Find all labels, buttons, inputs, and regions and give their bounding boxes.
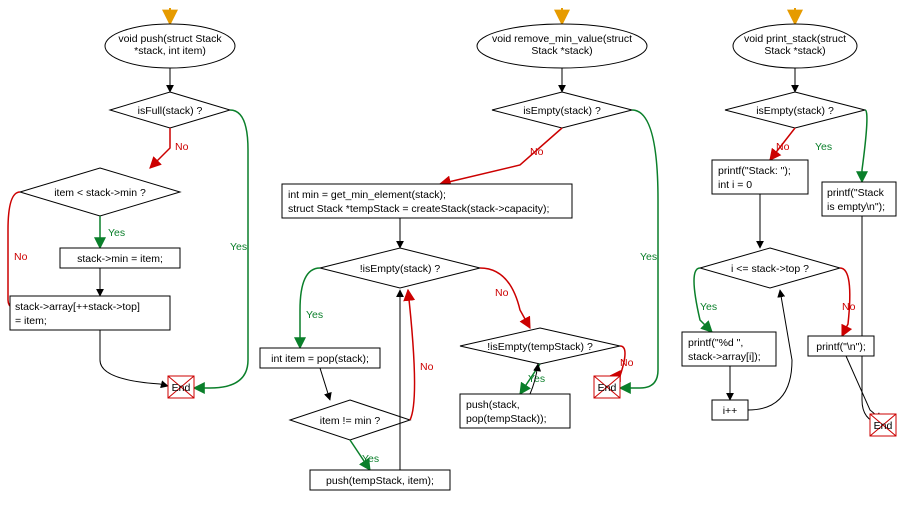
svg-text:Yes: Yes <box>700 301 717 313</box>
svg-text:printf("\n");: printf("\n"); <box>816 341 865 353</box>
svg-text:No: No <box>620 357 634 369</box>
svg-text:printf("%d ",: printf("%d ", <box>688 337 743 349</box>
assign-array-1: stack->array[++stack->top] <box>15 301 140 313</box>
svg-text:!isEmpty(stack) ?: !isEmpty(stack) ? <box>360 263 441 275</box>
svg-text:No: No <box>495 287 509 299</box>
svg-text:struct Stack *tempStack = crea: struct Stack *tempStack = createStack(st… <box>288 203 549 215</box>
svg-text:Yes: Yes <box>306 309 323 321</box>
svg-text:pop(tempStack));: pop(tempStack)); <box>466 413 547 425</box>
assign-min-text: stack->min = item; <box>77 253 163 265</box>
svg-text:No: No <box>420 361 434 373</box>
yes-2: Yes <box>108 227 125 239</box>
svg-text:item != min ?: item != min ? <box>320 415 381 427</box>
svg-text:End: End <box>598 382 617 394</box>
no-1: No <box>175 141 189 153</box>
isfull-text: isFull(stack) ? <box>138 105 203 117</box>
svg-text:isEmpty(stack) ?: isEmpty(stack) ? <box>756 105 834 117</box>
svg-text:void print_stack(struct: void print_stack(struct <box>744 33 846 45</box>
end-print: End <box>870 414 896 436</box>
flowchart-print-stack: void print_stack(struct Stack *stack) is… <box>682 8 896 436</box>
svg-text:No: No <box>776 141 790 153</box>
end-push-text: End <box>172 382 191 394</box>
svg-text:No: No <box>530 146 544 158</box>
svg-text:No: No <box>842 301 856 313</box>
assign-array-2: = item; <box>15 315 47 327</box>
sig-push-1: void push(struct Stack <box>118 33 222 45</box>
svg-text:Yes: Yes <box>362 453 379 465</box>
end-push: End <box>168 376 194 398</box>
svg-text:!isEmpty(tempStack) ?: !isEmpty(tempStack) ? <box>487 341 593 353</box>
svg-text:i <= stack->top ?: i <= stack->top ? <box>731 263 809 275</box>
yes-1: Yes <box>230 241 247 253</box>
svg-text:push(stack,: push(stack, <box>466 399 520 411</box>
sig-rm-2: Stack *stack) <box>531 45 592 57</box>
sig-push-2: *stack, int item) <box>134 45 206 57</box>
sig-rm-1: void remove_min_value(struct <box>492 33 632 45</box>
svg-text:is empty\n");: is empty\n"); <box>827 201 885 213</box>
svg-text:End: End <box>874 420 893 432</box>
end-remove-min: End <box>594 376 620 398</box>
svg-text:isEmpty(stack) ?: isEmpty(stack) ? <box>523 105 601 117</box>
svg-text:int min = get_min_element(stac: int min = get_min_element(stack); <box>288 189 446 201</box>
flowchart-diagram: void push(struct Stack *stack, int item)… <box>0 0 900 521</box>
flowchart-push: void push(struct Stack *stack, int item)… <box>8 8 248 398</box>
flowchart-remove-min: void remove_min_value(struct Stack *stac… <box>260 8 658 490</box>
svg-text:push(tempStack, item);: push(tempStack, item); <box>326 475 434 487</box>
item-min-text: item < stack->min ? <box>54 187 146 199</box>
svg-text:Yes: Yes <box>640 251 657 263</box>
svg-text:Stack *stack): Stack *stack) <box>764 45 825 57</box>
svg-text:Yes: Yes <box>815 141 832 153</box>
no-2: No <box>14 251 28 263</box>
svg-text:printf("Stack: ");: printf("Stack: "); <box>718 165 791 177</box>
svg-text:printf("Stack: printf("Stack <box>827 187 885 199</box>
svg-text:int i = 0: int i = 0 <box>718 179 752 191</box>
svg-text:i++: i++ <box>723 405 738 417</box>
svg-text:stack->array[i]);: stack->array[i]); <box>688 351 761 363</box>
svg-text:int item = pop(stack);: int item = pop(stack); <box>271 353 369 365</box>
